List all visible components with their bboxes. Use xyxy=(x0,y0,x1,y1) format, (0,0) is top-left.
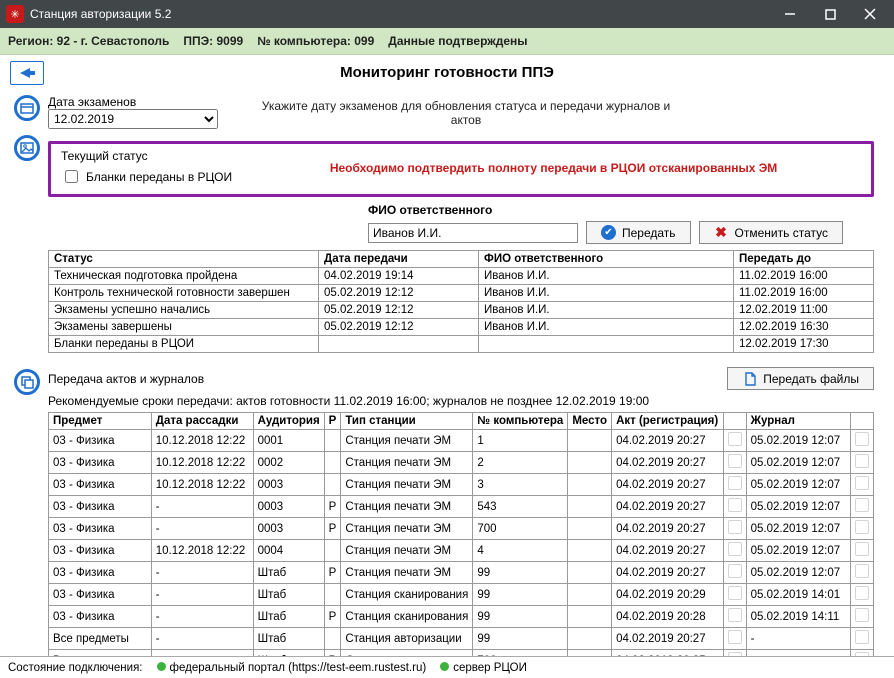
file-icon xyxy=(742,371,757,386)
table-row[interactable]: Экзамены успешно начались05.02.2019 12:1… xyxy=(49,302,874,319)
titlebar: ✳ Станция авторизации 5.2 xyxy=(0,0,894,28)
table-row[interactable]: 03 - Физика10.12.2018 12:220003Станция п… xyxy=(49,474,874,496)
deadline-hint: Рекомендуемые сроки передачи: актов гото… xyxy=(48,394,874,408)
delete-icon[interactable] xyxy=(728,432,742,446)
info-bar: Регион: 92 - г. Севастополь ППЭ: 9099 № … xyxy=(0,28,894,55)
status-table: Статус Дата передачи ФИО ответственного … xyxy=(48,250,874,353)
date-hint: Укажите дату экзаменов для обновления ст… xyxy=(256,99,676,127)
confirmed-label: Данные подтверждены xyxy=(388,34,527,48)
table-row[interactable]: 03 - Физика-ШтабРСтанция печати ЭМ9904.0… xyxy=(49,562,874,584)
delete-icon[interactable] xyxy=(728,454,742,468)
delete-icon[interactable] xyxy=(855,542,869,556)
page-title: Мониторинг готовности ППЭ xyxy=(44,56,850,85)
table-row[interactable]: Все предметы-ШтабСтанция авторизации9904… xyxy=(49,628,874,650)
delete-icon[interactable] xyxy=(855,520,869,534)
arrow-left-icon xyxy=(17,66,37,80)
status-dot-icon xyxy=(157,662,166,671)
date-select[interactable]: 12.02.2019 xyxy=(48,109,218,129)
delete-icon[interactable] xyxy=(855,432,869,446)
maximize-button[interactable] xyxy=(810,0,850,28)
close-button[interactable] xyxy=(850,0,890,28)
table-row[interactable]: Техническая подготовка пройдена04.02.201… xyxy=(49,268,874,285)
delete-icon[interactable] xyxy=(855,564,869,578)
cancel-status-button[interactable]: ✖ Отменить статус xyxy=(699,221,843,244)
calendar-icon xyxy=(14,95,40,121)
ppe-label: ППЭ: 9099 xyxy=(183,34,243,48)
delete-icon[interactable] xyxy=(728,542,742,556)
cross-icon: ✖ xyxy=(714,225,729,240)
table-row[interactable]: 03 - Физика10.12.2018 12:220002Станция п… xyxy=(49,452,874,474)
blanks-checkbox-input[interactable] xyxy=(65,170,78,183)
table-row[interactable]: 03 - Физика-ШтабРСтанция сканирования990… xyxy=(49,606,874,628)
col-date: Дата передачи xyxy=(319,251,479,268)
copy-icon xyxy=(14,369,40,395)
rcoi-status: сервер РЦОИ xyxy=(440,662,527,674)
delete-icon[interactable] xyxy=(728,498,742,512)
delete-icon[interactable] xyxy=(728,564,742,578)
status-warning: Необходимо подтвердить полноту передачи … xyxy=(246,161,861,175)
fio-label: ФИО ответственного xyxy=(368,203,492,217)
table-row[interactable]: Экзамены завершены05.02.2019 12:12Иванов… xyxy=(49,319,874,336)
image-icon xyxy=(14,135,40,161)
status-box: Текущий статус Бланки переданы в РЦОИ Не… xyxy=(48,141,874,197)
transfer-table: Предмет Дата рассадки Аудитория Р Тип ст… xyxy=(48,412,874,672)
transfer-label: Передача актов и журналов xyxy=(48,372,204,386)
portal-status: федеральный портал (https://test-eem.rus… xyxy=(157,662,427,674)
delete-icon[interactable] xyxy=(855,454,869,468)
window-title: Станция авторизации 5.2 xyxy=(30,7,770,21)
status-bar: Состояние подключения: федеральный порта… xyxy=(0,656,894,678)
delete-icon[interactable] xyxy=(855,608,869,622)
delete-icon[interactable] xyxy=(855,476,869,490)
delete-icon[interactable] xyxy=(855,586,869,600)
date-label: Дата экзаменов xyxy=(48,95,218,109)
status-label: Текущий статус xyxy=(61,149,232,163)
delete-icon[interactable] xyxy=(728,630,742,644)
table-row[interactable]: Бланки переданы в РЦОИ12.02.2019 17:30 xyxy=(49,336,874,353)
conn-label: Состояние подключения: xyxy=(8,662,143,674)
send-files-button[interactable]: Передать файлы xyxy=(727,367,874,390)
table-row[interactable]: 03 - Физика-ШтабСтанция сканирования9904… xyxy=(49,584,874,606)
minimize-button[interactable] xyxy=(770,0,810,28)
col-due: Передать до xyxy=(734,251,874,268)
col-fio: ФИО ответственного xyxy=(479,251,734,268)
pc-label: № компьютера: 099 xyxy=(257,34,374,48)
status-dot-icon xyxy=(440,662,449,671)
send-button[interactable]: ✔ Передать xyxy=(586,221,691,244)
delete-icon[interactable] xyxy=(855,630,869,644)
delete-icon[interactable] xyxy=(728,476,742,490)
blanks-checkbox[interactable]: Бланки переданы в РЦОИ xyxy=(61,167,232,186)
check-icon: ✔ xyxy=(601,225,616,240)
table-row[interactable]: 03 - Физика-0003РСтанция печати ЭМ54304.… xyxy=(49,496,874,518)
region-label: Регион: 92 - г. Севастополь xyxy=(8,34,169,48)
table-row[interactable]: 03 - Физика10.12.2018 12:220001Станция п… xyxy=(49,430,874,452)
back-button[interactable] xyxy=(10,61,44,85)
delete-icon[interactable] xyxy=(728,520,742,534)
delete-icon[interactable] xyxy=(855,498,869,512)
delete-icon[interactable] xyxy=(728,586,742,600)
table-row[interactable]: 03 - Физика-0003РСтанция печати ЭМ70004.… xyxy=(49,518,874,540)
table-row[interactable]: Контроль технической готовности завершен… xyxy=(49,285,874,302)
col-status: Статус xyxy=(49,251,319,268)
delete-icon[interactable] xyxy=(728,608,742,622)
fio-input[interactable] xyxy=(368,223,578,243)
app-icon: ✳ xyxy=(6,5,24,23)
table-row[interactable]: 03 - Физика10.12.2018 12:220004Станция п… xyxy=(49,540,874,562)
